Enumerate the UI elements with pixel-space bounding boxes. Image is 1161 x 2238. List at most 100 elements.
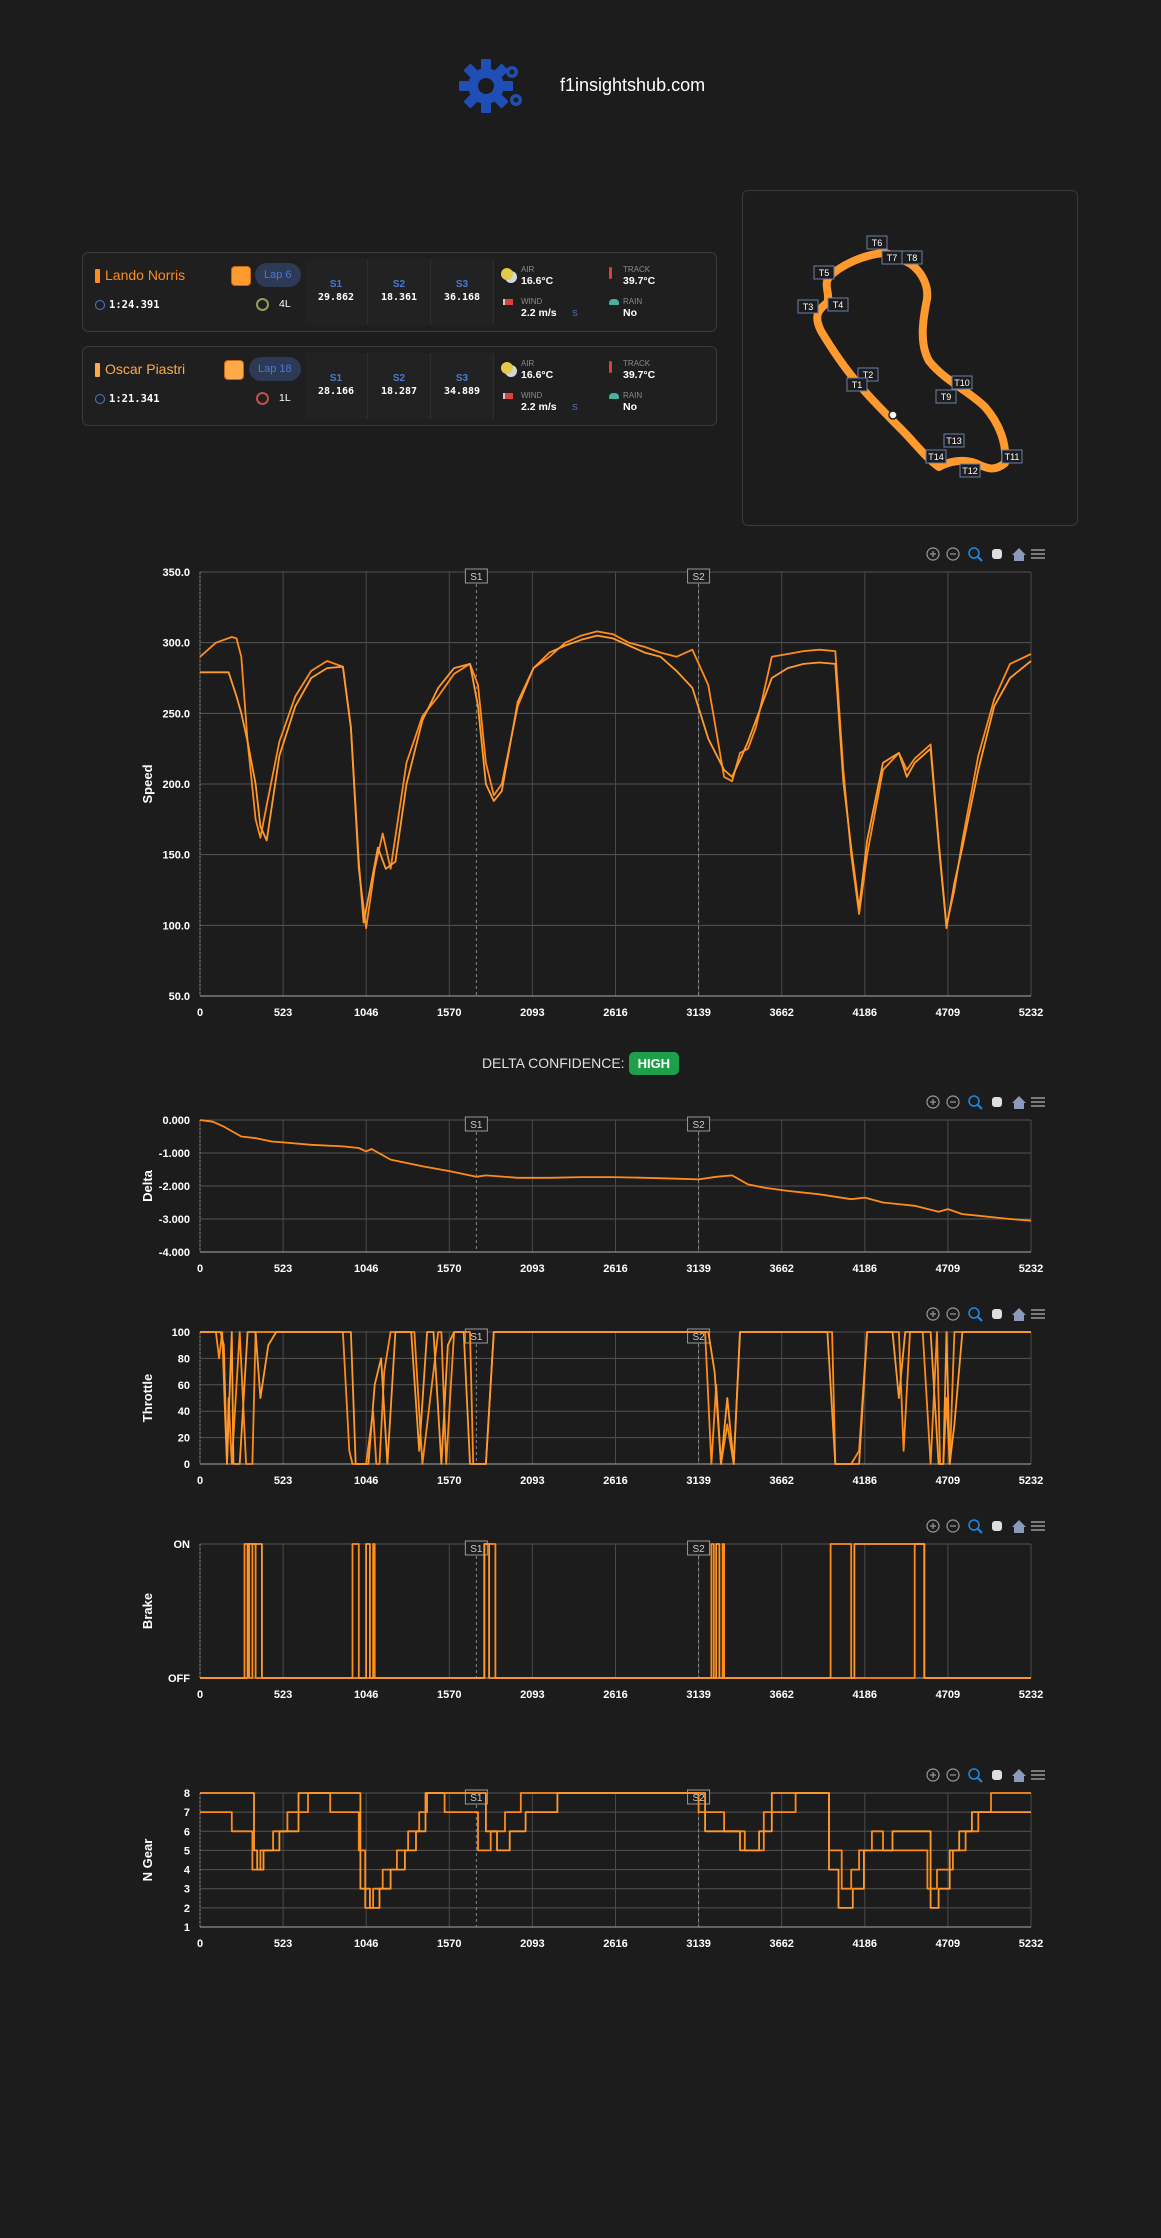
rain-cloud-icon bbox=[609, 393, 619, 399]
car-position-marker bbox=[888, 410, 898, 420]
corner-label-text: T11 bbox=[1005, 452, 1020, 462]
pan-icon[interactable] bbox=[992, 1309, 1002, 1319]
gear-chart: 8 7 6 5 4 3 2 1 0 523 1046 1570 2093 2616 3139 3662 4186… bbox=[0, 1763, 1161, 1963]
corner-label: T12 bbox=[959, 463, 981, 478]
zoom-out-icon[interactable] bbox=[946, 547, 960, 561]
menu-icon[interactable] bbox=[1031, 1770, 1045, 1780]
y-axis-title: Delta bbox=[140, 1169, 155, 1202]
x-tick-label: 0 bbox=[197, 1007, 203, 1019]
zoom-select-icon[interactable] bbox=[968, 1307, 983, 1322]
sector-1-cell: S1 28.166 bbox=[305, 353, 368, 419]
zoom-in-icon[interactable] bbox=[926, 1768, 940, 1782]
x-tick-label: 4186 bbox=[853, 1007, 877, 1019]
x-tick-label: 0 bbox=[197, 1475, 203, 1487]
menu-icon[interactable] bbox=[1031, 1097, 1045, 1107]
menu-icon[interactable] bbox=[1031, 1521, 1045, 1531]
sector-1-time: 29.862 bbox=[317, 292, 355, 303]
x-tick-label: 1570 bbox=[437, 1938, 461, 1950]
zoom-out-icon[interactable] bbox=[946, 1095, 960, 1109]
zoom-in-icon[interactable] bbox=[926, 547, 940, 561]
y-tick-label: 50.0 bbox=[169, 991, 190, 1003]
gear-icon bbox=[459, 59, 522, 113]
reset-zoom-icon[interactable] bbox=[1012, 1520, 1026, 1533]
throttle-chart: 100 80 60 40 20 0 0 523 1046 1570 2093 2616 3139 3662… bbox=[0, 1302, 1161, 1502]
zoom-out-icon[interactable] bbox=[946, 1768, 960, 1782]
reset-zoom-icon[interactable] bbox=[1012, 1769, 1026, 1782]
sector-3-cell: S3 36.168 bbox=[431, 259, 494, 325]
y-tick-label: 100 bbox=[172, 1327, 190, 1339]
x-tick-label: 523 bbox=[274, 1475, 292, 1487]
x-tick-label: 2093 bbox=[520, 1938, 544, 1950]
zoom-out-icon[interactable] bbox=[946, 1519, 960, 1533]
x-tick-label: 3662 bbox=[769, 1475, 793, 1487]
corner-label: T8 bbox=[901, 250, 923, 265]
pan-icon[interactable] bbox=[992, 549, 1002, 559]
sector-1-cell: S1 29.862 bbox=[305, 259, 368, 325]
y-tick-label: 200.0 bbox=[162, 779, 190, 791]
x-tick-label: 523 bbox=[274, 1689, 292, 1701]
site-title[interactable]: f1insightshub.com bbox=[560, 75, 705, 96]
x-tick-label: 4709 bbox=[936, 1475, 960, 1487]
menu-icon[interactable] bbox=[1031, 1309, 1045, 1319]
zoom-out-icon[interactable] bbox=[946, 1307, 960, 1321]
svg-text:S1: S1 bbox=[470, 1544, 483, 1555]
pan-icon[interactable] bbox=[992, 1521, 1002, 1531]
weather-panel: AIR 16.6°C TRACK 39.7°C WIND 2.2 m/s S R… bbox=[495, 353, 705, 419]
rain-status: No bbox=[623, 307, 637, 319]
y-axis-title: Throttle bbox=[140, 1374, 155, 1422]
site-logo[interactable] bbox=[456, 56, 528, 120]
zoom-in-icon[interactable] bbox=[926, 1095, 940, 1109]
sector-2-time: 18.287 bbox=[380, 386, 418, 397]
x-tick-label: 1570 bbox=[437, 1475, 461, 1487]
pan-icon[interactable] bbox=[992, 1097, 1002, 1107]
x-tick-label: 0 bbox=[197, 1938, 203, 1950]
driver-name: Oscar Piastri bbox=[105, 361, 186, 377]
menu-icon[interactable] bbox=[1031, 549, 1045, 559]
x-tick-label: 0 bbox=[197, 1689, 203, 1701]
y-tick-label: 8 bbox=[184, 1788, 190, 1800]
sector-3-time: 36.168 bbox=[443, 292, 481, 303]
zoom-select-icon[interactable] bbox=[968, 1768, 983, 1783]
x-tick-label: 3139 bbox=[686, 1475, 710, 1487]
driver-color-bar bbox=[95, 269, 100, 283]
reset-zoom-icon[interactable] bbox=[1012, 548, 1026, 561]
tyre-icon bbox=[256, 392, 269, 405]
y-tick-label: 6 bbox=[184, 1826, 190, 1838]
y-tick-label: OFF bbox=[168, 1673, 190, 1685]
corner-label: T11 bbox=[1001, 449, 1023, 464]
x-tick-label: 3662 bbox=[769, 1689, 793, 1701]
x-tick-label: 4186 bbox=[853, 1263, 877, 1275]
corner-label-text: T8 bbox=[907, 253, 918, 263]
corner-label: T7 bbox=[881, 250, 903, 265]
x-tick-label: 523 bbox=[274, 1263, 292, 1275]
x-tick-label: 3662 bbox=[769, 1263, 793, 1275]
sector-marker-label: S1 bbox=[464, 568, 488, 584]
throttle-chart-svg: 100 80 60 40 20 00 523 1046 1570 2093 2616 3139 3662… bbox=[140, 1307, 1045, 1487]
x-tick-label: 5232 bbox=[1019, 1263, 1043, 1275]
y-tick-label: 150.0 bbox=[162, 850, 190, 862]
zoom-in-icon[interactable] bbox=[926, 1307, 940, 1321]
zoom-select-icon[interactable] bbox=[968, 547, 983, 562]
gear-chart-svg: 8 7 6 5 4 3 2 10 523 1046 1570 2093 2616 3139 3662 4186… bbox=[140, 1768, 1045, 1950]
zoom-select-icon[interactable] bbox=[968, 1095, 983, 1110]
x-tick-label: 3139 bbox=[686, 1263, 710, 1275]
pan-icon[interactable] bbox=[992, 1770, 1002, 1780]
zoom-in-icon[interactable] bbox=[926, 1519, 940, 1533]
svg-text:S2: S2 bbox=[692, 1544, 705, 1555]
y-tick-label: -2.000 bbox=[159, 1181, 190, 1193]
corner-label-text: T6 bbox=[872, 238, 883, 248]
zoom-select-icon[interactable] bbox=[968, 1519, 983, 1534]
sector-marker-label: S2 bbox=[687, 568, 711, 584]
reset-zoom-icon[interactable] bbox=[1012, 1308, 1026, 1321]
y-tick-label: -1.000 bbox=[159, 1148, 190, 1160]
x-tick-label: 1046 bbox=[354, 1475, 378, 1487]
corner-label-text: T14 bbox=[928, 452, 944, 462]
x-tick-label: 2093 bbox=[520, 1475, 544, 1487]
x-tick-label: 1570 bbox=[437, 1689, 461, 1701]
reset-zoom-icon[interactable] bbox=[1012, 1096, 1026, 1109]
lap-badge: Lap 6 bbox=[255, 263, 301, 287]
y-tick-label: 20 bbox=[178, 1433, 190, 1445]
air-temp: 16.6°C bbox=[521, 369, 554, 381]
sector-2-cell: S2 18.361 bbox=[368, 259, 431, 325]
corner-label: T1 bbox=[846, 377, 868, 392]
